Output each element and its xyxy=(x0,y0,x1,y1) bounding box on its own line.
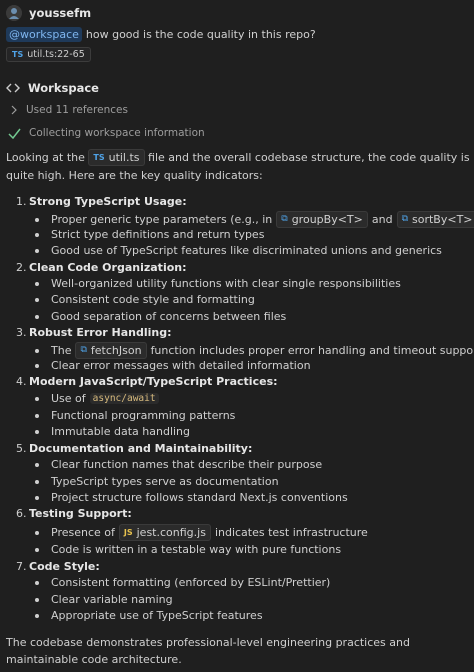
list-item: Functional programming patterns xyxy=(35,409,235,422)
workspace-title: Workspace xyxy=(28,81,99,95)
symbol-method-icon: ⧉ xyxy=(281,214,288,224)
list-item: Clear function names that describe their… xyxy=(35,458,322,471)
section-heading: 6. Testing Support: xyxy=(16,507,132,520)
sortby-symbol-chip[interactable]: ⧉ sortBy<T> xyxy=(396,211,474,228)
list-item: Use of async/await xyxy=(35,392,159,405)
username: youssefm xyxy=(29,6,92,20)
section-heading: 1. Strong TypeScript Usage: xyxy=(16,195,187,208)
list-item: Appropriate use of TypeScript features xyxy=(35,609,263,622)
list-item: Strict type definitions and return types xyxy=(35,228,264,241)
chevron-right-icon xyxy=(11,105,17,115)
list-item: The ⧉ fetchJson function includes proper … xyxy=(35,342,474,359)
workspace-mention[interactable]: @workspace xyxy=(6,27,82,42)
user-prompt: @workspace how good is the code quality … xyxy=(6,27,316,42)
workspace-agent-header: Workspace xyxy=(6,81,99,95)
typescript-file-icon: TS xyxy=(93,153,105,162)
user-header: youssefm xyxy=(6,5,91,21)
list-item: Good use of TypeScript features like dis… xyxy=(35,244,442,257)
code-brackets-icon xyxy=(6,83,20,93)
list-item: Immutable data handling xyxy=(35,425,190,438)
file-reference-label: util.ts:22-65 xyxy=(27,49,85,60)
inline-code: async/await xyxy=(89,393,159,404)
response-conclusion: The codebase demonstrates professional-l… xyxy=(6,636,410,666)
util-file-label: util.ts xyxy=(108,151,140,164)
list-item: Consistent code style and formatting xyxy=(35,293,255,306)
intro-text-start: Looking at the xyxy=(6,151,85,164)
jest-config-file-chip[interactable]: JS jest.config.js xyxy=(118,524,211,541)
user-avatar xyxy=(6,5,22,21)
util-file-chip[interactable]: TS util.ts xyxy=(88,149,145,166)
collecting-status-label: Collecting workspace information xyxy=(29,127,205,139)
typescript-file-icon: TS xyxy=(12,50,24,59)
symbol-method-icon: ⧉ xyxy=(80,345,87,355)
symbol-method-icon: ⧉ xyxy=(401,214,408,224)
list-item: Project structure follows standard Next.… xyxy=(35,491,348,504)
section-heading: 5. Documentation and Maintainability: xyxy=(16,442,253,455)
avatar-icon xyxy=(6,5,22,21)
section-heading: 2. Clean Code Organization: xyxy=(16,261,187,274)
list-item: Well-organized utility functions with cl… xyxy=(35,277,401,290)
file-reference-chip[interactable]: TS util.ts:22-65 xyxy=(6,47,91,62)
response-intro: Looking at the TS util.ts file and the o… xyxy=(6,149,470,185)
used-references-label: Used 11 references xyxy=(26,104,128,116)
used-references-toggle[interactable]: Used 11 references xyxy=(10,104,128,116)
list-item: Clear variable naming xyxy=(35,593,173,606)
section-heading: 7. Code Style: xyxy=(16,560,100,573)
list-item: Proper generic type parameters (e.g., in… xyxy=(35,211,474,228)
check-icon xyxy=(8,128,21,139)
list-item: TypeScript types serve as documentation xyxy=(35,475,279,488)
groupby-symbol-chip[interactable]: ⧉ groupBy<T> xyxy=(276,211,368,228)
fetchjson-symbol-chip[interactable]: ⧉ fetchJson xyxy=(75,342,147,359)
list-item: Presence of JS jest.config.js indicates t… xyxy=(35,524,368,541)
list-item: Clear error messages with detailed infor… xyxy=(35,359,311,372)
section-heading: 4. Modern JavaScript/TypeScript Practices… xyxy=(16,375,278,388)
collecting-status: Collecting workspace information xyxy=(8,127,205,139)
prompt-text: how good is the code quality in this rep… xyxy=(85,28,316,41)
list-item: Consistent formatting (enforced by ESLin… xyxy=(35,576,330,589)
javascript-file-icon: JS xyxy=(123,528,133,537)
section-heading: 3. Robust Error Handling: xyxy=(16,326,172,339)
list-item: Code is written in a testable way with p… xyxy=(35,543,341,556)
list-item: Good separation of concerns between file… xyxy=(35,310,286,323)
